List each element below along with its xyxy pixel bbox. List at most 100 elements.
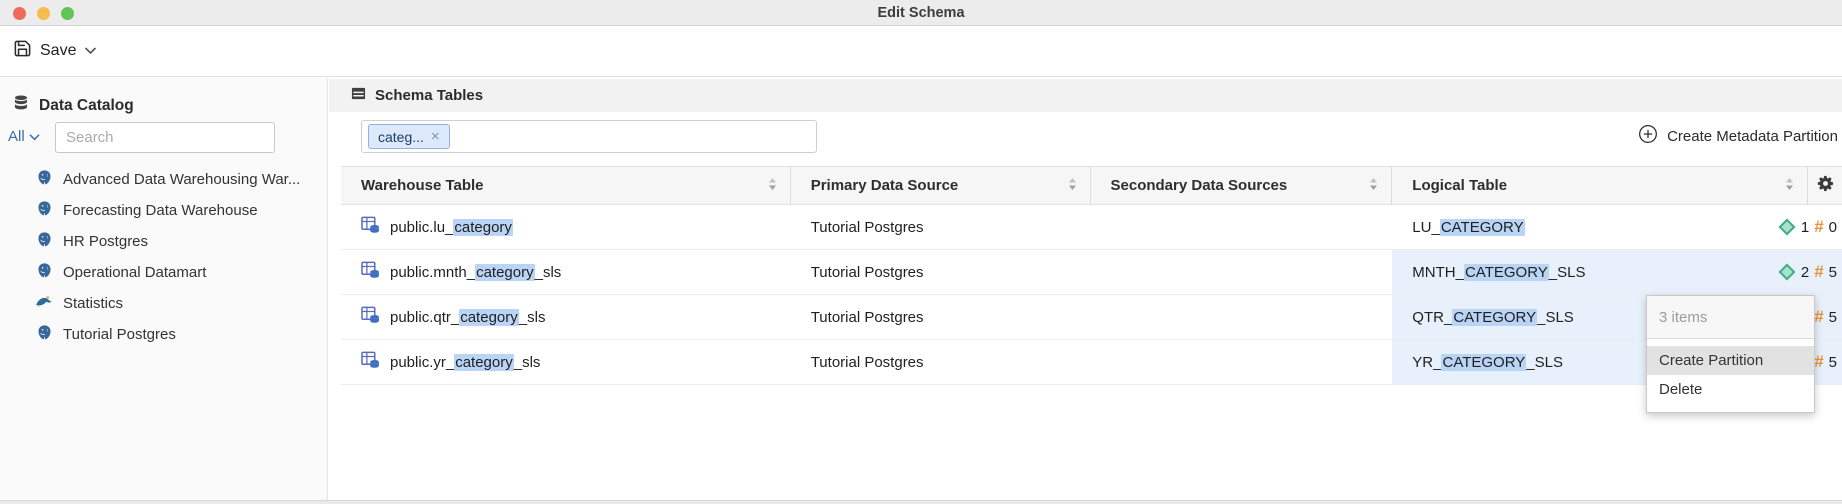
primary-data-source-cell[interactable]: Tutorial Postgres xyxy=(791,250,1091,294)
window-bottom-edge xyxy=(0,500,1842,504)
filter-chip-label: categ... xyxy=(378,129,424,145)
search-match-highlight: CATEGORY xyxy=(1440,219,1525,236)
schema-tables-panel: Schema Tables categ... × Create Metadata… xyxy=(329,78,1842,500)
warehouse-table-cell[interactable]: public.yr_category_sls xyxy=(341,340,791,384)
catalog-item[interactable]: Forecasting Data Warehouse xyxy=(0,195,327,226)
sort-arrows-icon[interactable] xyxy=(1785,177,1794,195)
logical-table-name: YR_CATEGORY_SLS xyxy=(1412,354,1563,371)
save-floppy-icon xyxy=(13,39,32,63)
postgres-icon xyxy=(36,231,53,252)
catalog-item[interactable]: Statistics xyxy=(0,288,327,319)
schema-tables-table: Warehouse Table Primary Data Source Seco… xyxy=(341,166,1842,385)
catalog-item[interactable]: HR Postgres xyxy=(0,226,327,257)
column-header-secondary-data-sources[interactable]: Secondary Data Sources xyxy=(1091,167,1393,204)
secondary-data-sources-cell[interactable] xyxy=(1091,295,1393,339)
gear-icon[interactable] xyxy=(1817,175,1834,196)
context-menu: 3 items Create Partition Delete xyxy=(1646,295,1815,413)
toolbar: Save xyxy=(0,27,1842,77)
plus-circle-icon xyxy=(1638,124,1658,148)
sort-arrows-icon[interactable] xyxy=(768,177,777,195)
catalog-item[interactable]: Tutorial Postgres xyxy=(0,319,327,350)
data-catalog-title: Data Catalog xyxy=(39,97,134,115)
context-menu-item[interactable]: Delete xyxy=(1647,375,1814,404)
table-filter-input[interactable]: categ... × xyxy=(361,120,817,153)
catalog-item[interactable]: Advanced Data Warehousing War... xyxy=(0,164,327,195)
save-button-label: Save xyxy=(40,42,76,60)
table-row[interactable]: public.lu_category Tutorial Postgres LU_… xyxy=(341,205,1842,250)
metric-hash-icon: # xyxy=(1814,307,1823,327)
context-menu-item[interactable]: Create Partition xyxy=(1647,346,1814,375)
sort-arrows-icon[interactable] xyxy=(1369,177,1378,195)
catalog-scope-dropdown[interactable]: All xyxy=(8,128,40,145)
metric-count: 5 xyxy=(1829,354,1837,371)
postgres-icon xyxy=(36,169,53,190)
catalog-list: Advanced Data Warehousing War... xyxy=(0,164,327,350)
save-button[interactable]: Save xyxy=(13,39,97,63)
search-match-highlight: CATEGORY xyxy=(1452,309,1537,326)
object-counts: 2 # 5 xyxy=(1779,262,1837,282)
primary-data-source-cell[interactable]: Tutorial Postgres xyxy=(791,205,1091,249)
column-header-settings[interactable] xyxy=(1808,167,1842,204)
attribute-count: 2 xyxy=(1801,264,1809,281)
metric-count: 0 xyxy=(1829,219,1837,236)
search-match-highlight: category xyxy=(475,264,535,281)
chevron-down-icon[interactable] xyxy=(84,42,97,60)
postgres-icon xyxy=(36,200,53,221)
warehouse-table-name: public.lu_category xyxy=(390,219,513,236)
warehouse-table-icon xyxy=(361,306,380,328)
object-counts: 1 # 0 xyxy=(1779,217,1837,237)
metric-count: 5 xyxy=(1829,264,1837,281)
primary-data-source-cell[interactable]: Tutorial Postgres xyxy=(791,340,1091,384)
catalog-item-label: Advanced Data Warehousing War... xyxy=(63,171,300,188)
search-match-highlight: category xyxy=(454,354,514,371)
table-row[interactable]: public.qtr_category_sls Tutorial Postgre… xyxy=(341,295,1842,340)
sort-arrows-icon[interactable] xyxy=(1068,177,1077,195)
titlebar: Edit Schema xyxy=(0,0,1842,26)
column-header-warehouse-table[interactable]: Warehouse Table xyxy=(341,167,791,204)
metric-hash-icon: # xyxy=(1814,262,1823,282)
logical-table-name: MNTH_CATEGORY_SLS xyxy=(1412,264,1585,281)
warehouse-table-cell[interactable]: public.lu_category xyxy=(341,205,791,249)
filter-chip[interactable]: categ... × xyxy=(368,124,450,149)
metric-hash-icon: # xyxy=(1814,217,1823,237)
catalog-item-label: Forecasting Data Warehouse xyxy=(63,202,258,219)
table-header-row: Warehouse Table Primary Data Source Seco… xyxy=(341,166,1842,205)
chip-close-icon[interactable]: × xyxy=(431,128,440,145)
edit-schema-window: Edit Schema Save xyxy=(0,0,1842,504)
logical-table-cell[interactable]: MNTH_CATEGORY_SLS 2 # 5 xyxy=(1392,250,1842,294)
catalog-item-label: HR Postgres xyxy=(63,233,148,250)
logical-table-name: LU_CATEGORY xyxy=(1412,219,1524,236)
secondary-data-sources-cell[interactable] xyxy=(1091,340,1393,384)
scope-label: All xyxy=(8,128,25,145)
attribute-diamond-icon xyxy=(1778,219,1795,236)
warehouse-table-cell[interactable]: public.qtr_category_sls xyxy=(341,295,791,339)
search-match-highlight: category xyxy=(459,309,519,326)
postgres-icon xyxy=(36,262,53,283)
search-match-highlight: CATEGORY xyxy=(1441,354,1526,371)
table-row[interactable]: public.mnth_category_sls Tutorial Postgr… xyxy=(341,250,1842,295)
table-grid-icon xyxy=(351,86,366,106)
window-title: Edit Schema xyxy=(0,0,1842,26)
search-match-highlight: CATEGORY xyxy=(1464,264,1549,281)
table-row[interactable]: public.yr_category_sls Tutorial Postgres… xyxy=(341,340,1842,385)
create-metadata-partition-button[interactable]: Create Metadata Partition xyxy=(1638,124,1838,148)
metric-count: 5 xyxy=(1829,309,1837,326)
logical-table-cell[interactable]: LU_CATEGORY 1 # 0 xyxy=(1392,205,1842,249)
catalog-item[interactable]: Operational Datamart xyxy=(0,257,327,288)
postgres-icon xyxy=(36,324,53,345)
logical-table-name: QTR_CATEGORY_SLS xyxy=(1412,309,1574,326)
secondary-data-sources-cell[interactable] xyxy=(1091,205,1393,249)
attribute-count: 1 xyxy=(1801,219,1809,236)
column-header-primary-data-source[interactable]: Primary Data Source xyxy=(791,167,1091,204)
create-button-label: Create Metadata Partition xyxy=(1667,128,1838,145)
secondary-data-sources-cell[interactable] xyxy=(1091,250,1393,294)
data-catalog-sidebar: Data Catalog All xyxy=(0,78,328,500)
column-header-logical-table[interactable]: Logical Table xyxy=(1392,167,1808,204)
attribute-diamond-icon xyxy=(1778,264,1795,281)
primary-data-source-cell[interactable]: Tutorial Postgres xyxy=(791,295,1091,339)
warehouse-table-name: public.qtr_category_sls xyxy=(390,309,545,326)
catalog-search-input[interactable] xyxy=(55,122,275,153)
warehouse-table-cell[interactable]: public.mnth_category_sls xyxy=(341,250,791,294)
warehouse-table-icon xyxy=(361,261,380,283)
warehouse-table-icon xyxy=(361,216,380,238)
